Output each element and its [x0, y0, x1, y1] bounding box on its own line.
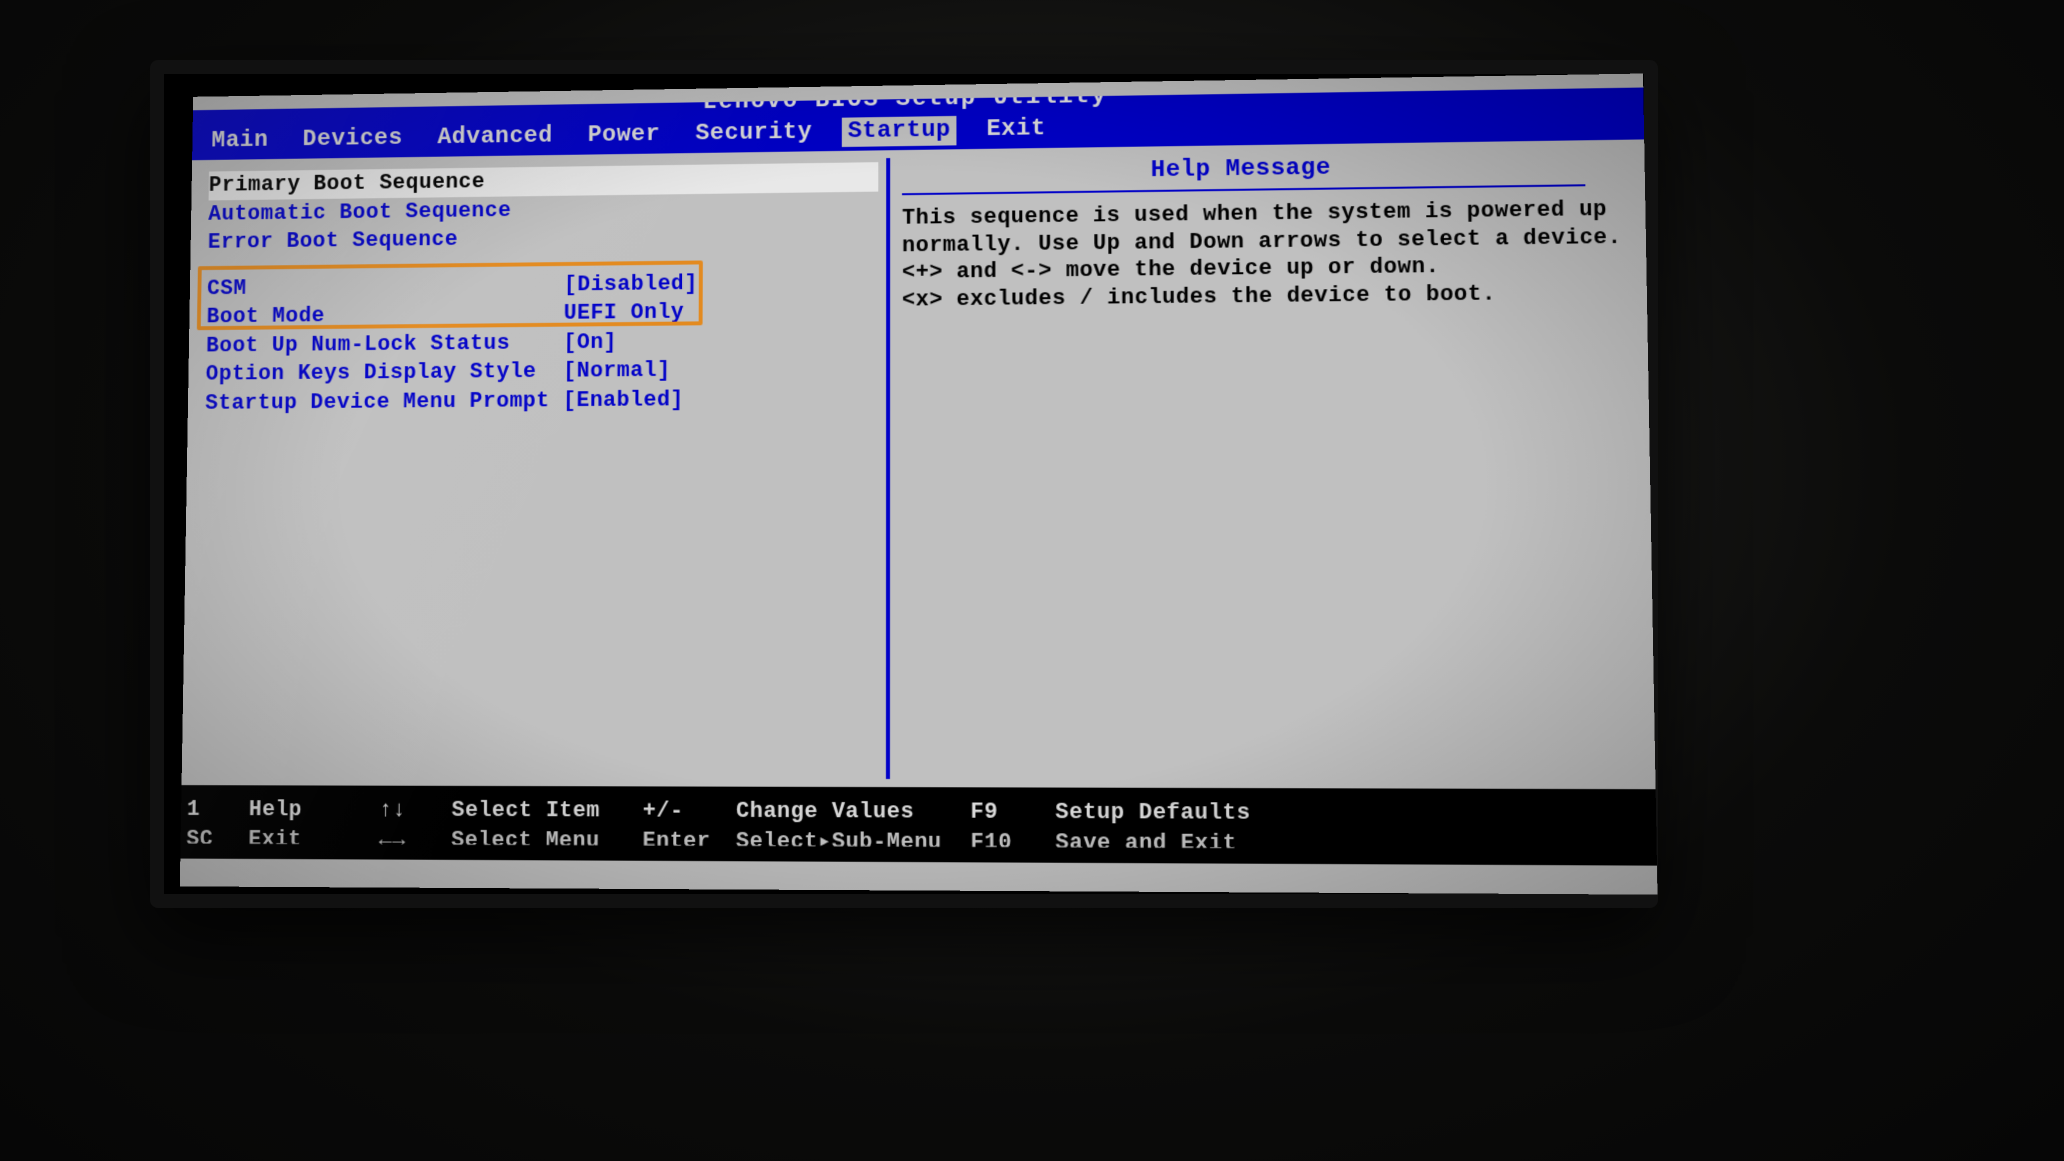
tab-devices[interactable]: Devices: [297, 124, 409, 155]
tab-main[interactable]: Main: [205, 126, 274, 156]
setting-value: [Normal]: [563, 357, 670, 385]
setting-label: CSM: [207, 271, 564, 302]
menu-label: Error Boot Sequence: [208, 225, 565, 256]
setting-label: Startup Device Menu Prompt: [205, 387, 563, 417]
body: Primary Boot Sequence Automatic Boot Seq…: [182, 139, 1656, 789]
setting-value: UEFI Only: [564, 299, 685, 327]
bios-screen: Lenovo BIOS Setup Utility Main Devices A…: [180, 74, 1658, 895]
menu-label: Primary Boot Sequence: [209, 168, 565, 199]
legend-action: Select Menu: [451, 827, 639, 855]
setting-label: Boot Up Num-Lock Status: [206, 329, 564, 359]
tab-advanced[interactable]: Advanced: [431, 122, 558, 153]
backdrop: Lenovo BIOS Setup Utility Main Devices A…: [0, 0, 2064, 1161]
legend-action: Exit: [248, 826, 375, 854]
legend-action: Save and Exit: [1055, 829, 1650, 860]
tab-startup[interactable]: Startup: [842, 116, 957, 147]
setting-value: [On]: [563, 329, 617, 356]
tab-exit[interactable]: Exit: [980, 114, 1051, 145]
legend-key: F9: [970, 799, 1051, 827]
tab-power[interactable]: Power: [582, 120, 666, 150]
help-title: Help Message: [902, 146, 1586, 195]
setting-label: Boot Mode: [206, 300, 563, 330]
legend-action: Select Item: [451, 797, 638, 825]
legend-bar: 1 Help ↑↓ Select Item +/- Change Values …: [180, 785, 1657, 866]
tv-bezel: Lenovo BIOS Setup Utility Main Devices A…: [150, 60, 1658, 908]
legend-key: SC: [186, 826, 245, 854]
help-pane: Help Message This sequence is used when …: [890, 139, 1656, 789]
setting-value: [Enabled]: [563, 386, 684, 414]
help-body: This sequence is used when the system is…: [902, 196, 1624, 314]
settings-pane: Primary Boot Sequence Automatic Boot Seq…: [182, 150, 887, 787]
legend-action: Setup Defaults: [1055, 799, 1650, 829]
setting-value: [Disabled]: [564, 270, 698, 298]
legend-action: Change Values: [736, 798, 966, 827]
setting-label: Option Keys Display Style: [205, 358, 563, 388]
legend-key: 1: [187, 796, 245, 824]
menu-label: Automatic Boot Sequence: [208, 196, 565, 227]
tab-security[interactable]: Security: [689, 118, 818, 149]
legend-key: +/-: [643, 798, 732, 826]
legend-key: ↑↓: [379, 797, 448, 825]
legend-key: F10: [970, 829, 1051, 857]
legend-action: Help: [249, 796, 376, 824]
legend-key: Enter: [642, 828, 732, 856]
legend-key: ←→: [379, 827, 448, 855]
setting-startup-menu-prompt[interactable]: Startup Device Menu Prompt [Enabled]: [205, 383, 878, 417]
legend-action: Select▸Sub-Menu: [736, 828, 967, 857]
